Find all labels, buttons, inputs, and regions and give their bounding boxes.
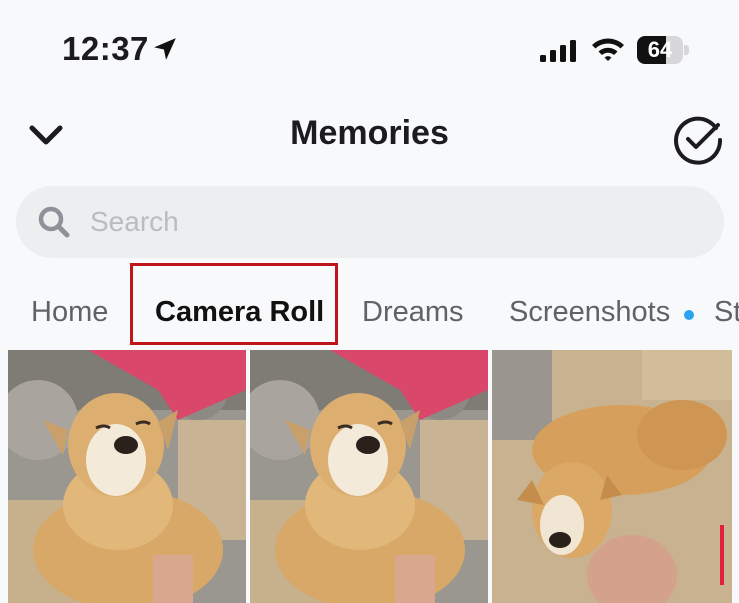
- search-icon: [38, 206, 70, 238]
- tab-home[interactable]: Home: [31, 296, 108, 329]
- tab-screenshots[interactable]: Screenshots: [509, 296, 670, 329]
- tab-bar: Home Camera Roll Dreams Screenshots St: [0, 280, 739, 346]
- battery-icon: 64: [637, 36, 689, 64]
- tab-camera-roll[interactable]: Camera Roll: [155, 296, 324, 329]
- battery-percentage: 64: [647, 37, 673, 62]
- header: Memories: [0, 100, 739, 180]
- new-indicator-dot: [684, 310, 694, 320]
- photo-thumbnail[interactable]: [8, 350, 246, 603]
- search-input[interactable]: [90, 186, 690, 258]
- signal-icon: [540, 40, 576, 62]
- status-bar: 12:37 64: [0, 0, 739, 100]
- tab-stories[interactable]: St: [714, 296, 739, 329]
- page-title: Memories: [290, 114, 449, 152]
- check-circle-icon[interactable]: [670, 112, 726, 168]
- location-arrow-icon: [154, 38, 176, 60]
- photo-thumbnail[interactable]: [492, 350, 732, 603]
- clock: 12:37: [62, 30, 149, 67]
- dog-photo: [250, 350, 488, 603]
- dog-photo: [492, 350, 732, 603]
- wifi-icon: [592, 38, 624, 61]
- photo-thumbnail[interactable]: [250, 350, 488, 603]
- dog-photo: [8, 350, 246, 603]
- tab-dreams[interactable]: Dreams: [362, 296, 464, 329]
- search-bar[interactable]: [16, 186, 724, 258]
- photo-grid: [0, 350, 739, 603]
